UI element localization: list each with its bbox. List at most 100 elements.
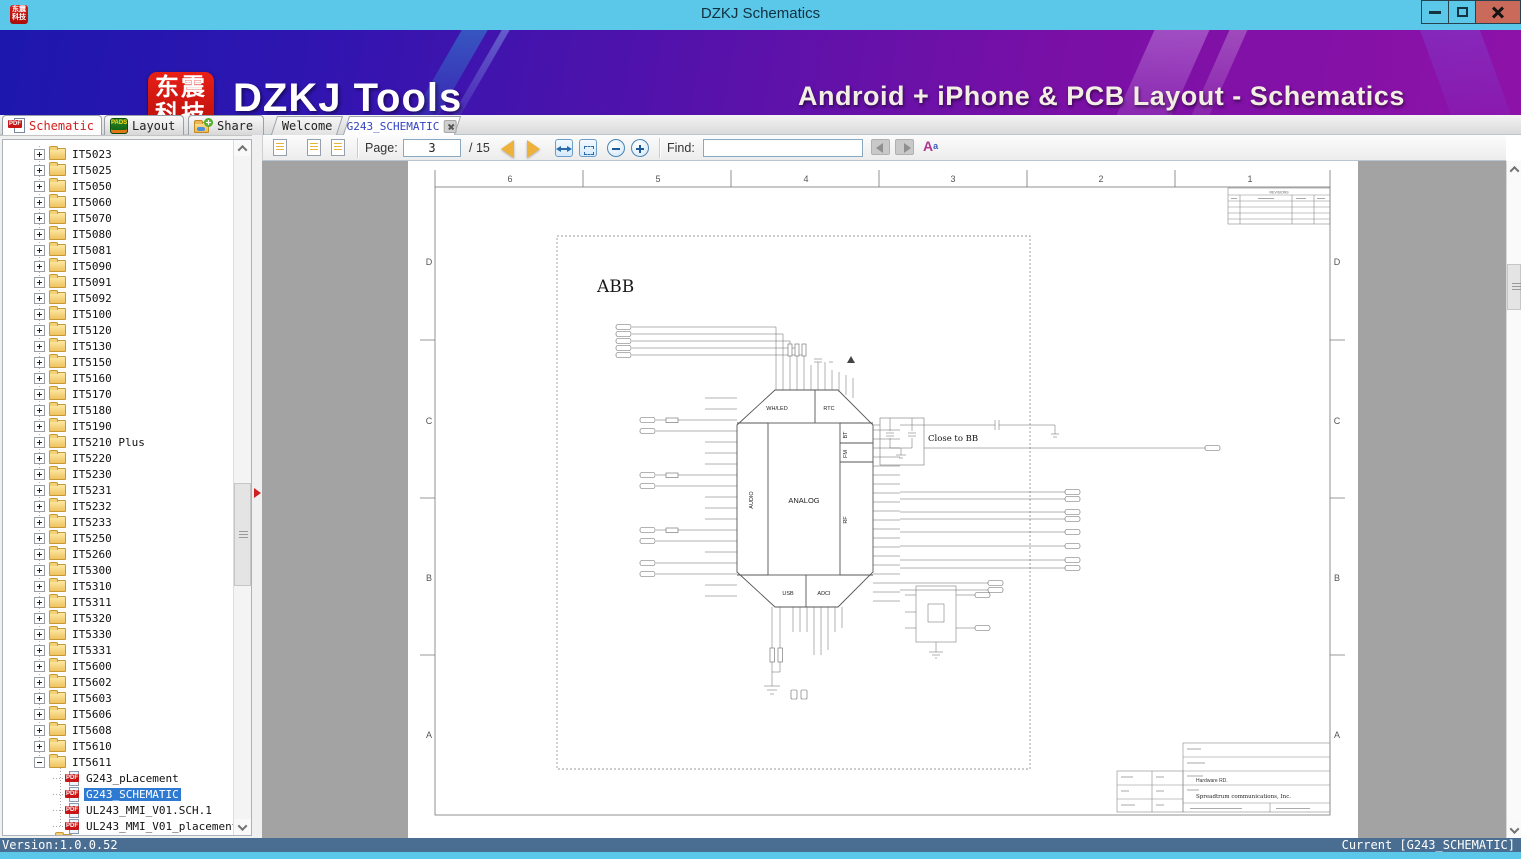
expand-toggle-icon[interactable]	[34, 484, 45, 496]
tree-row[interactable]: IT5310	[3, 578, 235, 594]
tab-layout[interactable]: PADS Layout	[104, 115, 184, 135]
previous-view-button[interactable]	[307, 139, 321, 156]
next-view-button[interactable]	[331, 139, 345, 156]
tree-row[interactable]: IT5250	[3, 530, 235, 546]
tree-row[interactable]: IT5611	[3, 754, 235, 770]
tab-schematic[interactable]: PDF Schematic	[2, 115, 102, 135]
doc-tab-close-icon[interactable]	[443, 119, 457, 133]
scroll-down-button[interactable]	[1507, 822, 1521, 838]
page-number-input[interactable]	[403, 139, 461, 157]
tree-row[interactable]: IT5025	[3, 162, 235, 178]
tree-file-row[interactable]: PDF G243_SCHEMATIC	[3, 786, 235, 802]
zoom-out-button[interactable]	[607, 139, 625, 157]
tree-row[interactable]: IT5160	[3, 370, 235, 386]
next-page-button[interactable]	[527, 140, 540, 158]
tree-row[interactable]: IT5230	[3, 466, 235, 482]
expand-toggle-icon[interactable]	[34, 724, 45, 736]
file-tree[interactable]: IT5023 IT5025 IT5050 IT5060 IT5070 IT508…	[2, 139, 252, 836]
expand-toggle-icon[interactable]	[34, 756, 45, 768]
tree-row[interactable]: IT5610	[3, 738, 235, 754]
expand-toggle-icon[interactable]	[34, 212, 45, 224]
expand-toggle-icon[interactable]	[34, 228, 45, 240]
tree-row[interactable]: IT5231	[3, 482, 235, 498]
expand-toggle-icon[interactable]	[34, 196, 45, 208]
expand-toggle-icon[interactable]	[34, 692, 45, 704]
scroll-down-button[interactable]	[234, 819, 251, 835]
panel-splitter[interactable]	[252, 135, 262, 838]
tree-row[interactable]: IT5603	[3, 690, 235, 706]
expand-toggle-icon[interactable]	[34, 292, 45, 304]
doc-tab-welcome[interactable]: Welcome	[270, 116, 344, 135]
expand-toggle-icon[interactable]	[34, 276, 45, 288]
tree-row[interactable]: IT5100	[3, 306, 235, 322]
expand-toggle-icon[interactable]	[34, 372, 45, 384]
tree-row[interactable]: IT5120	[3, 322, 235, 338]
pdf-canvas[interactable]: 6 5 4 3 2 1 D C B A D C B A REVISIONS AB…	[262, 161, 1506, 838]
tree-row[interactable]: IT5220	[3, 450, 235, 466]
pdf-vertical-scrollbar[interactable]	[1506, 161, 1521, 838]
close-button[interactable]	[1475, 0, 1521, 24]
expand-toggle-icon[interactable]	[34, 468, 45, 480]
tree-row[interactable]: IT5260	[3, 546, 235, 562]
expand-toggle-icon[interactable]	[34, 404, 45, 416]
expand-toggle-icon[interactable]	[34, 596, 45, 608]
tree-row[interactable]: IT5150	[3, 354, 235, 370]
fit-width-button[interactable]	[555, 139, 573, 157]
tree-row[interactable]: IT5232	[3, 498, 235, 514]
tree-file-row[interactable]: PDF G243_pLacement	[3, 770, 235, 786]
expand-toggle-icon[interactable]	[34, 708, 45, 720]
expand-toggle-icon[interactable]	[34, 516, 45, 528]
expand-toggle-icon[interactable]	[34, 308, 45, 320]
expand-toggle-icon[interactable]	[34, 532, 45, 544]
expand-toggle-icon[interactable]	[34, 548, 45, 560]
tree-row[interactable]: IT5602	[3, 674, 235, 690]
pdf-scrollbar-thumb[interactable]	[1507, 264, 1521, 310]
tree-row[interactable]: IT5070	[3, 210, 235, 226]
tree-row[interactable]: IT5210 Plus	[3, 434, 235, 450]
tree-row[interactable]: IT5050	[3, 178, 235, 194]
tree-row[interactable]: IT5130	[3, 338, 235, 354]
tree-row[interactable]: IT5320	[3, 610, 235, 626]
tree-row[interactable]: IT5233	[3, 514, 235, 530]
expand-toggle-icon[interactable]	[34, 388, 45, 400]
expand-toggle-icon[interactable]	[34, 628, 45, 640]
tree-row[interactable]: IT5081	[3, 242, 235, 258]
find-previous-button[interactable]	[871, 139, 890, 155]
expand-toggle-icon[interactable]	[34, 244, 45, 256]
tree-file-row[interactable]: PDF UL243_MMI_V01.SCH.1	[3, 802, 235, 818]
previous-page-button[interactable]	[501, 140, 514, 158]
tree-row[interactable]: IT5170	[3, 386, 235, 402]
tree-row[interactable]: IT5090	[3, 258, 235, 274]
tree-row[interactable]: IT5330	[3, 626, 235, 642]
expand-toggle-icon[interactable]	[34, 676, 45, 688]
tree-row[interactable]: IT5300	[3, 562, 235, 578]
scroll-up-button[interactable]	[234, 140, 251, 156]
expand-toggle-icon[interactable]	[34, 660, 45, 672]
expand-toggle-icon[interactable]	[34, 420, 45, 432]
tree-row[interactable]: IT5608	[3, 722, 235, 738]
expand-toggle-icon[interactable]	[34, 324, 45, 336]
find-next-button[interactable]	[895, 139, 914, 155]
tree-row[interactable]: IT5060	[3, 194, 235, 210]
expand-toggle-icon[interactable]	[34, 644, 45, 656]
expand-toggle-icon[interactable]	[34, 340, 45, 352]
tree-row[interactable]: IT5190	[3, 418, 235, 434]
expand-toggle-icon[interactable]	[34, 148, 45, 160]
find-input[interactable]	[703, 139, 863, 157]
tree-row[interactable]: IT5080	[3, 226, 235, 242]
tree-row[interactable]: IT5606	[3, 706, 235, 722]
tree-row[interactable]: IT5092	[3, 290, 235, 306]
snapshot-button[interactable]	[273, 139, 287, 156]
tree-row[interactable]: IT5311	[3, 594, 235, 610]
tree-file-row[interactable]: PDF UL243_MMI_V01_placement	[3, 818, 238, 834]
tree-scrollbar[interactable]	[233, 140, 251, 835]
tab-share[interactable]: Share	[188, 115, 264, 135]
expand-toggle-icon[interactable]	[34, 612, 45, 624]
expand-toggle-icon[interactable]	[34, 580, 45, 592]
expand-toggle-icon[interactable]	[34, 180, 45, 192]
expand-toggle-icon[interactable]	[34, 356, 45, 368]
expand-toggle-icon[interactable]	[34, 436, 45, 448]
tree-row[interactable]: IT5600	[3, 658, 235, 674]
tree-row[interactable]: IT5023	[3, 146, 235, 162]
tree-row[interactable]: IT5180	[3, 402, 235, 418]
